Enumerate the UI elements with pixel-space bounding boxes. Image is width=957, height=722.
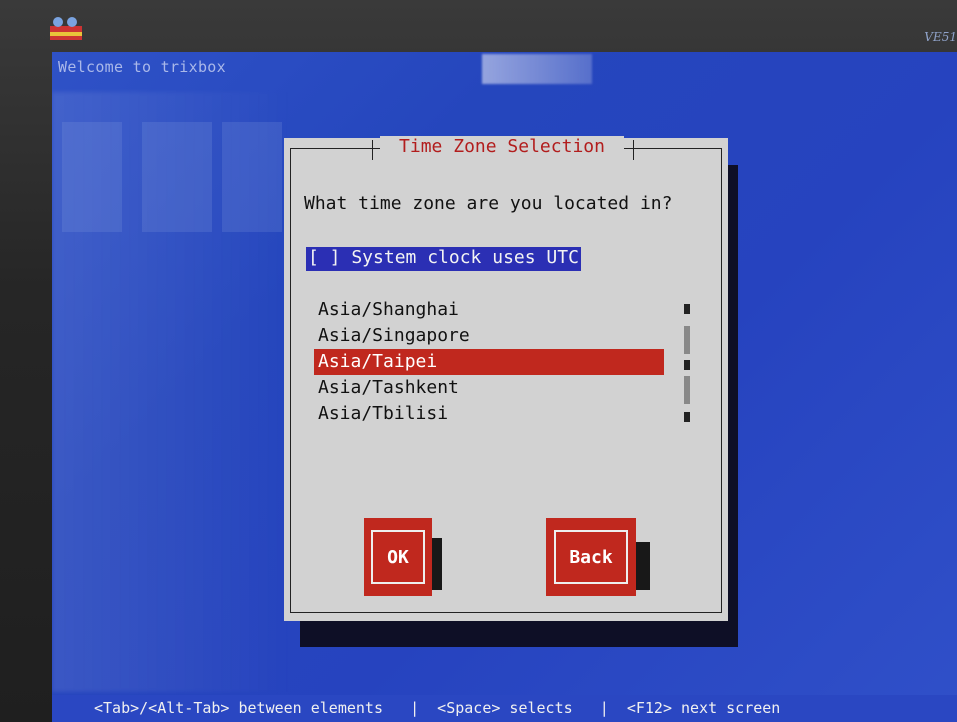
- status-bar: <Tab>/<Alt-Tab> between elements | <Spac…: [52, 695, 957, 722]
- screen-reflection: [142, 122, 212, 232]
- screen-reflection: [62, 122, 122, 232]
- timezone-item[interactable]: Asia/Taipei: [314, 349, 664, 375]
- timezone-question: What time zone are you located in?: [304, 193, 673, 214]
- monitor-logo-icon: [50, 17, 82, 40]
- screen-reflection: [482, 54, 592, 84]
- back-button[interactable]: Back: [546, 518, 636, 596]
- timezone-item[interactable]: Asia/Tashkent: [314, 375, 664, 401]
- welcome-text: Welcome to trixbox: [58, 58, 226, 76]
- scrollbar-marker: [684, 360, 690, 370]
- timezone-item[interactable]: Asia/Singapore: [314, 323, 664, 349]
- ok-button-label: OK: [371, 530, 425, 584]
- timezone-item[interactable]: Asia/Tbilisi: [314, 401, 664, 427]
- timezone-item[interactable]: Asia/Shanghai: [314, 297, 664, 323]
- monitor-model-label: VE51: [924, 30, 957, 44]
- timezone-list[interactable]: Asia/Shanghai Asia/Singapore Asia/Taipei As…: [314, 297, 664, 427]
- screen: Welcome to trixbox Time Zone Selection W…: [52, 52, 957, 722]
- scrollbar-track: [684, 376, 690, 404]
- scrollbar-marker: [684, 304, 690, 314]
- back-button-label: Back: [554, 530, 628, 584]
- scrollbar-track: [684, 326, 690, 354]
- dialog-title: Time Zone Selection: [380, 136, 624, 157]
- ok-button[interactable]: OK: [364, 518, 432, 596]
- utc-checkbox[interactable]: [ ] System clock uses UTC: [306, 247, 581, 271]
- timezone-scrollbar[interactable]: [684, 304, 690, 422]
- screen-reflection: [222, 122, 282, 232]
- scrollbar-marker: [684, 412, 690, 422]
- timezone-dialog: Time Zone Selection What time zone are y…: [284, 136, 728, 621]
